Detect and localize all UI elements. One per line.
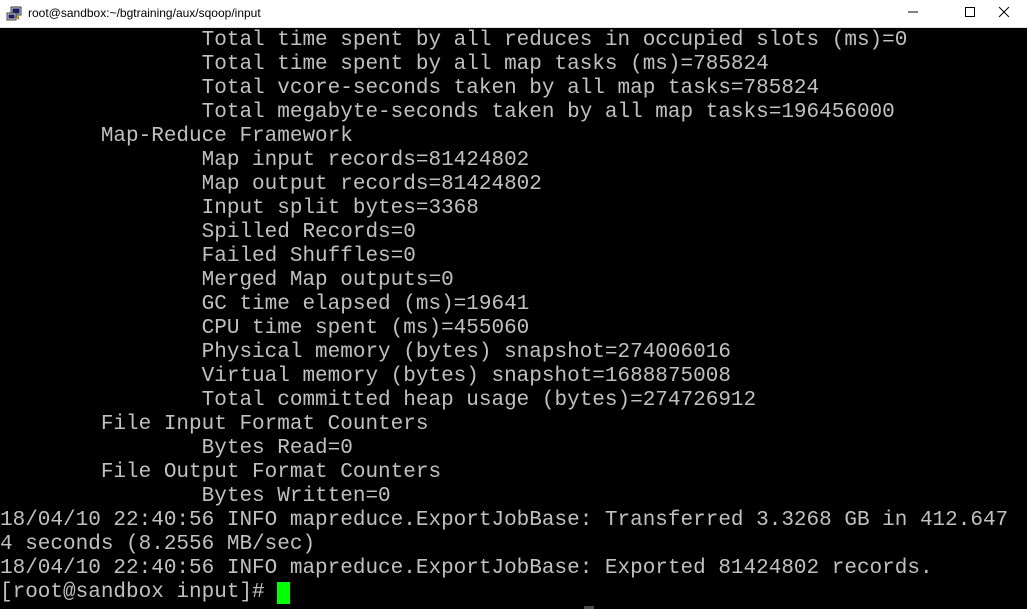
- putty-terminal-icon[interactable]: [6, 6, 22, 22]
- shell-prompt: [root@sandbox input]#: [0, 581, 265, 604]
- output-line: Bytes Read=0: [0, 437, 353, 460]
- output-line: Total vcore-seconds taken by all map tas…: [0, 77, 820, 100]
- output-line: Map-Reduce Framework: [0, 125, 353, 148]
- maximize-icon: [964, 5, 976, 23]
- output-line: File Output Format Counters: [0, 461, 442, 484]
- close-icon: [998, 5, 1010, 23]
- output-line: Bytes Written=0: [0, 485, 391, 508]
- output-line: Virtual memory (bytes) snapshot=16888750…: [0, 365, 731, 388]
- output-line: Spilled Records=0: [0, 221, 416, 244]
- output-line: CPU time spent (ms)=455060: [0, 317, 530, 340]
- output-line: Map input records=81424802: [0, 149, 530, 172]
- output-line: 18/04/10 22:40:56 INFO mapreduce.ExportJ…: [0, 557, 933, 580]
- output-line: Total committed heap usage (bytes)=27472…: [0, 389, 757, 412]
- output-line: Physical memory (bytes) snapshot=2740060…: [0, 341, 731, 364]
- output-line: Total megabyte-seconds taken by all map …: [0, 101, 895, 124]
- title-bar[interactable]: root@sandbox:~/bgtraining/aux/sqoop/inpu…: [0, 0, 1027, 28]
- close-button[interactable]: [981, 0, 1027, 28]
- output-line: Total time spent by all map tasks (ms)=7…: [0, 53, 769, 76]
- output-line: GC time elapsed (ms)=19641: [0, 293, 530, 316]
- output-line: Merged Map outputs=0: [0, 269, 454, 292]
- prompt-line[interactable]: [root@sandbox input]#: [0, 581, 290, 605]
- minimize-button[interactable]: [890, 0, 936, 28]
- text-cursor: [276, 582, 290, 604]
- output-line: File Input Format Counters: [0, 413, 429, 436]
- output-line: 18/04/10 22:40:56 INFO mapreduce.ExportJ…: [0, 509, 1009, 532]
- minimize-icon: [907, 5, 919, 23]
- terminal-window: root@sandbox:~/bgtraining/aux/sqoop/inpu…: [0, 0, 1027, 609]
- window-title: root@sandbox:~/bgtraining/aux/sqoop/inpu…: [28, 6, 261, 20]
- output-line: Total time spent by all reduces in occup…: [0, 29, 908, 52]
- output-line: Input split bytes=3368: [0, 197, 479, 220]
- output-line: Failed Shuffles=0: [0, 245, 416, 268]
- output-line: 4 seconds (8.2556 MB/sec): [0, 533, 316, 556]
- output-line: Map output records=81424802: [0, 173, 542, 196]
- output-lines: Total time spent by all reduces in occup…: [0, 29, 1008, 581]
- terminal-output[interactable]: Total time spent by all reduces in occup…: [0, 29, 1027, 609]
